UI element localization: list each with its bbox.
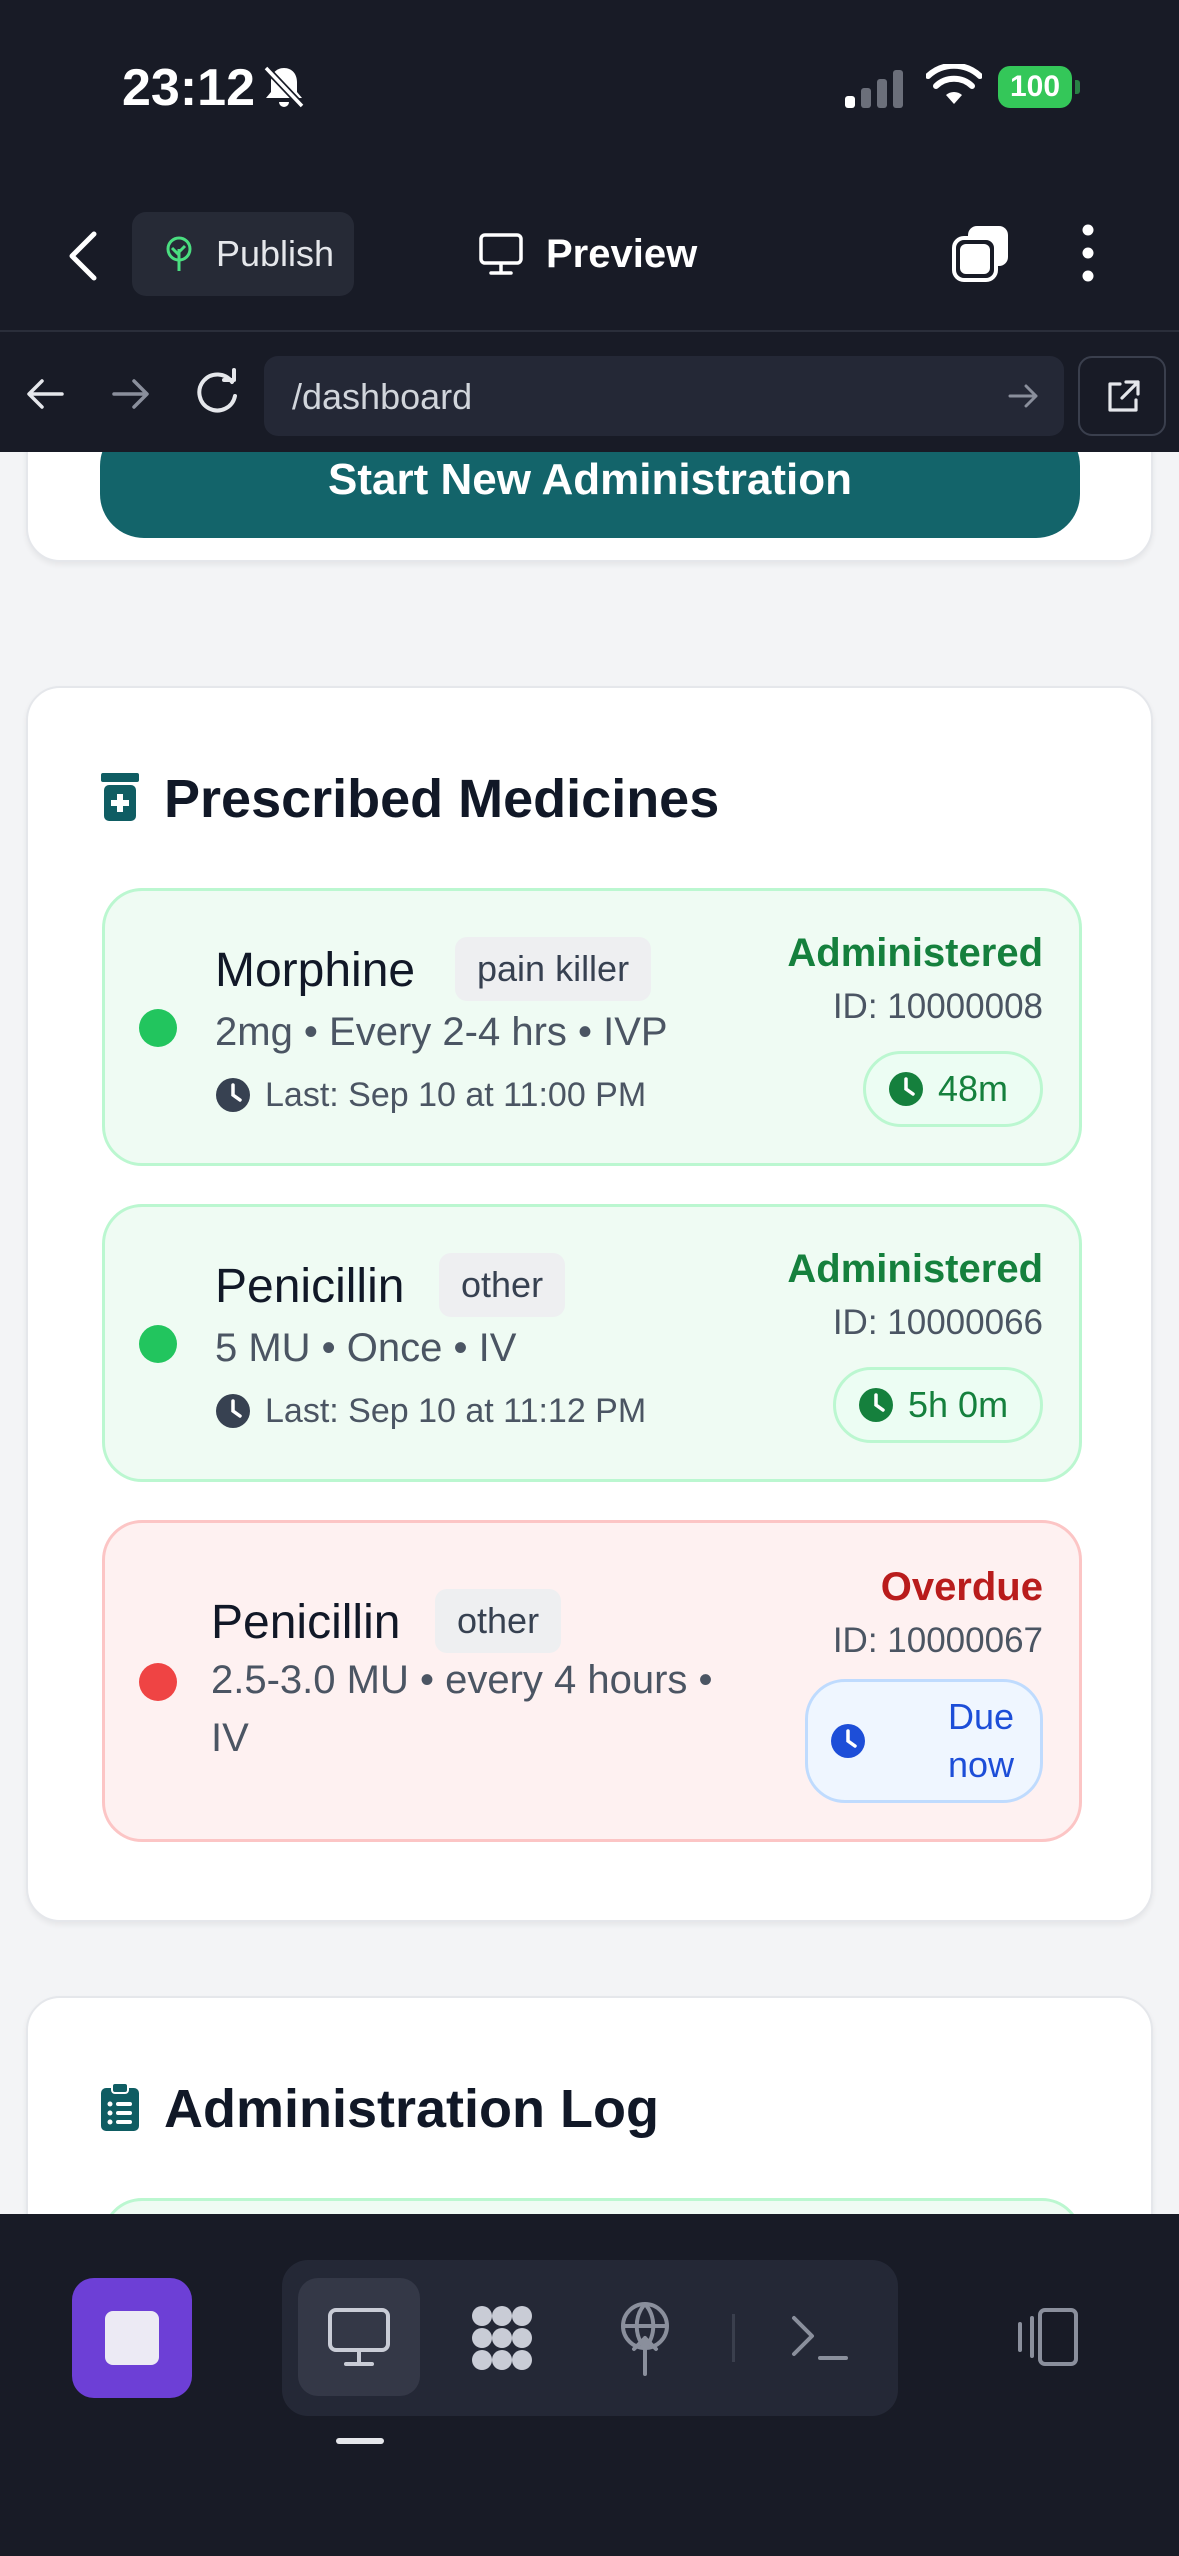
publish-tree-icon <box>166 236 192 271</box>
medicine-name: Penicillin <box>215 1260 405 1313</box>
battery-level: 100 <box>998 66 1072 108</box>
medicine-dose-line-1: 2.5-3.0 MU • every 4 hours • <box>211 1658 713 1702</box>
prescription-bottle-icon <box>101 773 139 821</box>
medicine-dose-line-2: IV <box>211 1716 249 1760</box>
last-administered-text: Last: Sep 10 at 11:12 PM <box>265 1391 647 1430</box>
tool-group <box>282 2260 898 2416</box>
last-administered: Last: Sep 10 at 11:12 PM <box>215 1389 646 1433</box>
active-tab-indicator <box>336 2438 384 2444</box>
last-administered-text: Last: Sep 10 at 11:00 PM <box>265 1075 647 1114</box>
due-now-badge: Due now <box>805 1679 1043 1803</box>
status-dot <box>139 1663 177 1701</box>
due-now-text: Due now <box>948 1693 1014 1789</box>
top-chrome: 23:12 100 Publish Preview /dashboard <box>0 0 1179 452</box>
battery-tip <box>1075 80 1080 94</box>
administration-log-card: Administration Log <box>26 1996 1153 2214</box>
clock-icon <box>889 1072 923 1106</box>
battery-indicator: 100 <box>998 66 1080 108</box>
reload-icon[interactable] <box>192 368 242 418</box>
status-bar: 23:12 100 <box>0 0 1179 170</box>
time-since-badge: 5h 0m <box>833 1367 1043 1443</box>
medicine-card[interactable]: Penicillin other 2.5-3.0 MU • every 4 ho… <box>102 1520 1082 1842</box>
section-title: Administration Log <box>164 2079 659 2139</box>
bottom-toolbar <box>0 2214 1179 2556</box>
clock-icon <box>216 1078 250 1112</box>
medicine-dose: 2mg • Every 2-4 hrs • IVP <box>215 1010 668 1054</box>
tabs-icon[interactable] <box>950 222 1012 284</box>
stop-button[interactable] <box>72 2278 192 2398</box>
back-chevron-icon[interactable] <box>60 228 108 284</box>
clipboard-list-icon <box>101 2082 139 2131</box>
last-administered: Last: Sep 10 at 11:00 PM <box>215 1073 646 1117</box>
app-header: Publish Preview <box>0 200 1179 310</box>
status-dot <box>139 1325 177 1363</box>
start-new-administration-button[interactable]: Start New Administration <box>100 452 1080 538</box>
device-switch-icon[interactable] <box>1012 2306 1080 2368</box>
category-tag: other <box>439 1253 566 1317</box>
tool-divider <box>732 2314 735 2362</box>
status-time: 23:12 <box>122 59 255 117</box>
action-card: Start New Administration <box>0 452 1179 612</box>
status-label: Administered <box>787 1247 1043 1291</box>
medicine-id: ID: 10000008 <box>832 987 1043 1026</box>
medicine-name: Penicillin <box>211 1596 401 1649</box>
due-text-line-1: Due <box>947 1696 1014 1737</box>
publish-button[interactable]: Publish <box>132 212 354 296</box>
category-tag: other <box>435 1589 562 1653</box>
url-text: /dashboard <box>292 376 473 417</box>
preview-button[interactable]: Preview <box>478 218 697 290</box>
clock-icon <box>831 1724 865 1758</box>
time-since-badge: 48m <box>863 1051 1043 1127</box>
due-text-line-2: now <box>947 1744 1014 1785</box>
go-arrow-icon[interactable] <box>1006 378 1040 414</box>
status-label: Administered <box>787 931 1043 975</box>
open-external-button[interactable] <box>1078 356 1166 436</box>
medicine-dose: 5 MU • Once • IV <box>215 1326 517 1370</box>
cellular-signal-icon <box>845 70 903 108</box>
medicine-card[interactable]: Penicillin other 5 MU • Once • IV Last: … <box>102 1204 1082 1482</box>
deploy-icon[interactable] <box>614 2302 676 2376</box>
more-vertical-icon[interactable] <box>1068 222 1108 284</box>
browser-back-icon[interactable] <box>24 372 68 416</box>
preview-label: Preview <box>546 231 698 276</box>
browser-bar: /dashboard <box>0 330 1179 452</box>
status-label: Overdue <box>880 1565 1043 1609</box>
time-since-text: 48m <box>938 1068 1009 1109</box>
section-title: Prescribed Medicines <box>164 769 720 829</box>
stop-icon <box>105 2311 159 2365</box>
category-tag: pain killer <box>455 937 652 1001</box>
terminal-icon[interactable] <box>790 2310 850 2366</box>
medicine-card[interactable]: Morphine pain killer 2mg • Every 2-4 hrs… <box>102 888 1082 1166</box>
bell-off-icon <box>263 65 305 109</box>
prescribed-medicines-card: Prescribed Medicines Morphine pain kille… <box>26 686 1153 1922</box>
external-link-icon <box>1108 380 1140 412</box>
wifi-icon <box>926 64 982 104</box>
log-entry[interactable] <box>102 2198 1082 2214</box>
status-dot <box>139 1009 177 1047</box>
monitor-icon <box>328 2308 390 2366</box>
publish-label: Publish <box>216 233 335 274</box>
clock-icon <box>859 1388 893 1422</box>
medicine-id: ID: 10000066 <box>832 1303 1043 1342</box>
dashboard-content: Start New Administration Prescribed Medi… <box>0 452 1179 2214</box>
browser-forward-icon[interactable] <box>108 372 152 416</box>
url-field[interactable]: /dashboard <box>264 356 1064 436</box>
clock-icon <box>216 1394 250 1428</box>
medicine-id: ID: 10000067 <box>832 1621 1043 1660</box>
medicine-name: Morphine <box>215 944 416 997</box>
monitor-icon <box>479 233 523 275</box>
agent-icon[interactable] <box>466 2302 538 2374</box>
time-since-text: 5h 0m <box>908 1384 1009 1425</box>
